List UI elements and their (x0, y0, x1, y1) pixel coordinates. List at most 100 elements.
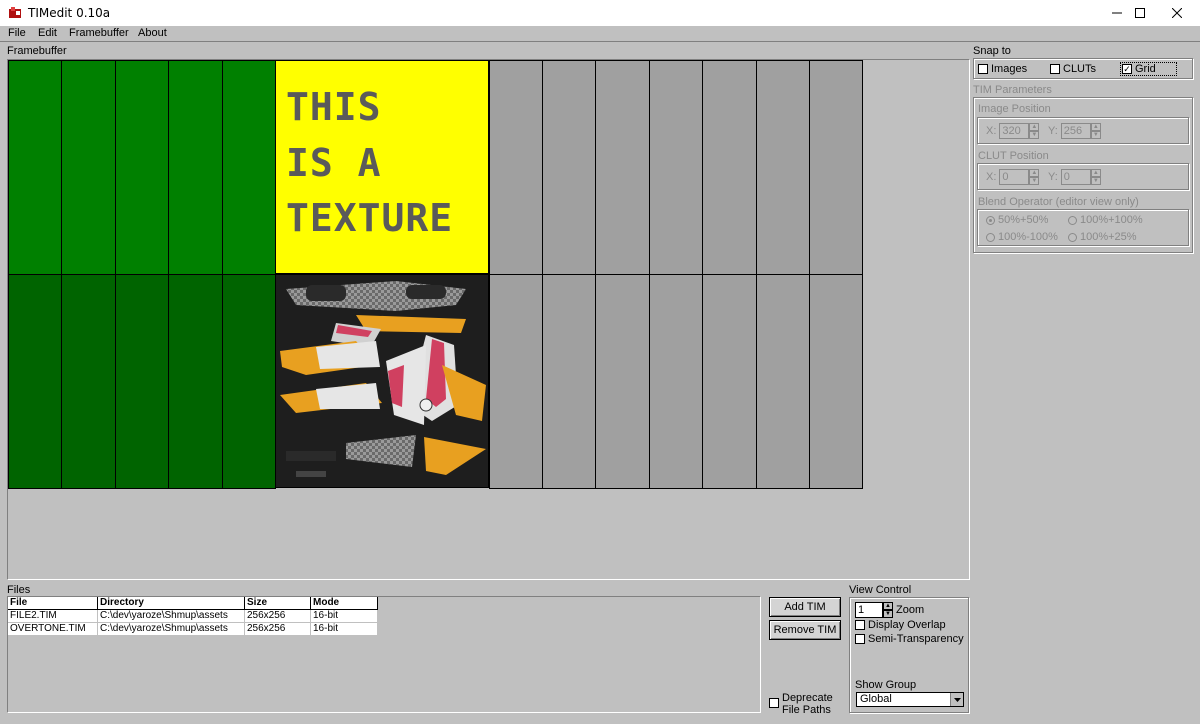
table-row[interactable]: OVERTONE.TIM C:\dev\yaroze\Shmup\assets … (8, 623, 378, 636)
clut-y-spinner[interactable]: Y: 0 ▲ ▼ (1048, 169, 1101, 185)
menu-file[interactable]: File (8, 27, 26, 39)
menu-framebuffer[interactable]: Framebuffer (69, 27, 129, 39)
framebuffer-page[interactable] (595, 274, 650, 489)
framebuffer-page[interactable] (595, 60, 650, 275)
framebuffer-page[interactable] (222, 60, 276, 275)
framebuffer-page[interactable] (61, 60, 116, 275)
image-y-spinner[interactable]: Y: 256 ▲ ▼ (1048, 123, 1101, 139)
display-overlap-label: Display Overlap (868, 619, 946, 631)
framebuffer-page[interactable] (489, 60, 543, 275)
cell-file: FILE2.TIM (8, 610, 98, 623)
add-tim-button[interactable]: Add TIM (769, 597, 841, 617)
framebuffer-page[interactable] (649, 60, 703, 275)
checkbox-box (769, 698, 779, 708)
blend-opt3-label: 100%-100% (998, 231, 1058, 243)
framebuffer-page[interactable] (8, 60, 62, 275)
texture-line-3: TEXTURE (286, 196, 454, 240)
app-icon (9, 7, 21, 18)
menu-about[interactable]: About (138, 27, 167, 39)
spin-arrows-icon[interactable]: ▲ ▼ (1090, 169, 1101, 185)
framebuffer-page[interactable] (489, 274, 543, 489)
blend-100-100-radio[interactable]: 100%+100% (1068, 214, 1143, 226)
framebuffer-page[interactable] (542, 60, 596, 275)
framebuffer-page[interactable] (168, 60, 223, 275)
framebuffer-page[interactable] (542, 274, 596, 489)
image-position-label: Image Position (978, 103, 1051, 115)
files-table[interactable]: File Directory Size Mode FILE2.TIM C:\de… (7, 596, 761, 713)
tim-params-label: TIM Parameters (973, 84, 1052, 96)
column-header-size[interactable]: Size (245, 597, 311, 610)
column-header-mode[interactable]: Mode (311, 597, 378, 610)
snap-cluts-checkbox[interactable]: CLUTs (1050, 63, 1096, 75)
remove-tim-button[interactable]: Remove TIM (769, 620, 841, 640)
framebuffer-page[interactable] (756, 60, 810, 275)
clut-x-spinner[interactable]: X: 0 ▲ ▼ (986, 169, 1040, 185)
display-overlap-checkbox[interactable]: Display Overlap (855, 619, 946, 631)
snap-images-checkbox[interactable]: Images (978, 63, 1027, 75)
table-row[interactable]: FILE2.TIM C:\dev\yaroze\Shmup\assets 256… (8, 610, 378, 623)
column-header-directory[interactable]: Directory (98, 597, 245, 610)
framebuffer-page[interactable] (649, 274, 703, 489)
image-x-field[interactable]: 320 (999, 123, 1030, 139)
column-header-file[interactable]: File (8, 597, 98, 610)
semi-transparency-checkbox[interactable]: Semi-Transparency (855, 633, 964, 645)
show-group-select[interactable]: Global (856, 692, 964, 707)
files-label: Files (7, 584, 31, 596)
spin-arrows-icon[interactable]: ▲ ▼ (1029, 169, 1040, 185)
files-table-header: File Directory Size Mode (8, 597, 378, 610)
zoom-spinner[interactable]: 1 ▲ ▼ Zoom (855, 602, 924, 618)
checkbox-box (855, 620, 865, 630)
clut-y-label: Y: (1048, 171, 1058, 183)
image-x-spinner[interactable]: X: 320 ▲ ▼ (986, 123, 1040, 139)
snap-images-label: Images (991, 63, 1028, 75)
clut-x-field[interactable]: 0 (999, 169, 1030, 185)
framebuffer-page[interactable] (8, 274, 62, 489)
window-title: TIMedit 0.10a (28, 6, 111, 20)
spin-arrows-icon[interactable]: ▲ ▼ (1090, 123, 1101, 139)
blend-50-50-radio[interactable]: 50%+50% (986, 214, 1048, 226)
texture-text-image[interactable]: THIS IS A TEXTURE (275, 60, 489, 274)
framebuffer-view[interactable]: THIS IS A TEXTURE (7, 59, 970, 580)
show-group-value: Global (860, 693, 892, 705)
zoom-field[interactable]: 1 (855, 602, 883, 618)
framebuffer-page[interactable] (61, 274, 116, 489)
clut-x-label: X: (986, 171, 997, 183)
texture-ship-image[interactable] (275, 274, 489, 488)
snap-grid-checkbox[interactable]: ✓ Grid (1120, 62, 1177, 76)
framebuffer-page[interactable] (809, 274, 863, 489)
framebuffer-page[interactable] (809, 60, 863, 275)
blend-100-25-radio[interactable]: 100%+25% (1068, 231, 1137, 243)
framebuffer-page[interactable] (115, 60, 169, 275)
cell-mode: 16-bit (311, 623, 378, 636)
cell-directory: C:\dev\yaroze\Shmup\assets (98, 623, 245, 636)
cell-size: 256x256 (245, 623, 311, 636)
zoom-label: Zoom (896, 604, 925, 616)
cell-size: 256x256 (245, 610, 311, 623)
deprecate-label: Deprecate File Paths (782, 692, 833, 716)
deprecate-file-paths-checkbox[interactable]: Deprecate File Paths (769, 692, 833, 716)
blend-opt2-label: 100%+100% (1080, 214, 1143, 226)
chevron-down-icon[interactable] (950, 693, 963, 706)
menu-edit[interactable]: Edit (38, 27, 57, 39)
framebuffer-page[interactable] (702, 274, 757, 489)
framebuffer-page[interactable] (222, 274, 276, 489)
framebuffer-page[interactable] (756, 274, 810, 489)
framebuffer-page[interactable] (115, 274, 169, 489)
framebuffer-page[interactable] (168, 274, 223, 489)
spin-arrows-icon[interactable]: ▲ ▼ (883, 602, 893, 618)
framebuffer-page[interactable] (702, 60, 757, 275)
radio-icon (1068, 232, 1077, 242)
checkbox-box (855, 634, 865, 644)
texture-line-1: THIS (286, 85, 382, 129)
radio-icon (1068, 215, 1077, 225)
checkbox-box (978, 64, 988, 74)
show-group-label: Show Group (855, 679, 917, 691)
image-y-field[interactable]: 256 (1060, 123, 1091, 139)
blend-operator-label: Blend Operator (editor view only) (978, 196, 1139, 208)
blend-100-minus-100-radio[interactable]: 100%-100% (986, 231, 1058, 243)
clut-y-field[interactable]: 0 (1060, 169, 1091, 185)
spin-arrows-icon[interactable]: ▲ ▼ (1029, 123, 1040, 139)
cell-directory: C:\dev\yaroze\Shmup\assets (98, 610, 245, 623)
close-button[interactable] (1154, 0, 1200, 26)
semi-transparency-label: Semi-Transparency (868, 633, 964, 645)
